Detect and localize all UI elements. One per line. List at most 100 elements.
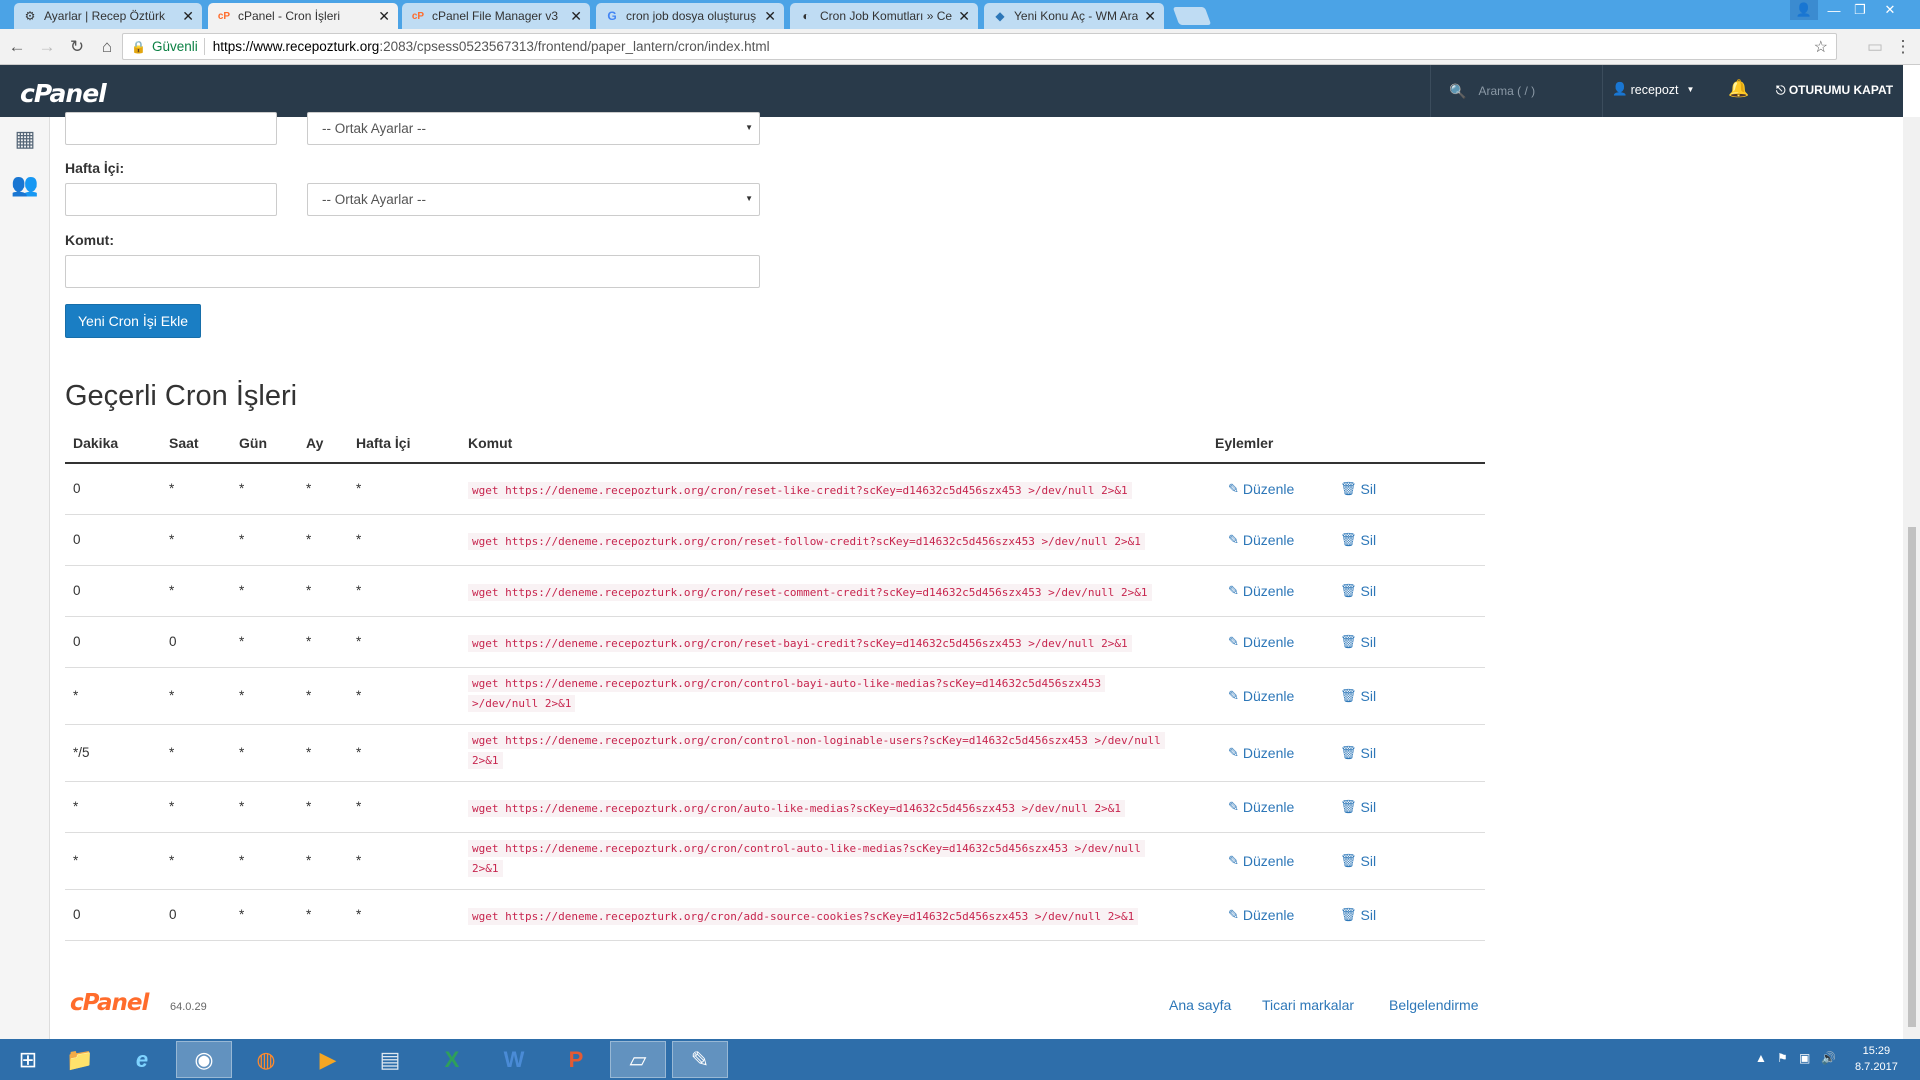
delete-button[interactable]: 🗑 Sil xyxy=(1340,688,1376,704)
search-input[interactable]: 🔍 Arama ( / ) xyxy=(1430,65,1603,117)
edit-button[interactable]: ✎ Düzenle xyxy=(1228,907,1294,923)
edit-button[interactable]: ✎ Düzenle xyxy=(1228,688,1294,704)
browser-tab[interactable]: G cron job dosya oluşturuş ✕ xyxy=(596,3,784,29)
command-input[interactable] xyxy=(65,255,760,288)
day-input[interactable] xyxy=(65,112,277,145)
delete-button[interactable]: 🗑 Sil xyxy=(1340,583,1376,599)
column-header[interactable]: Saat xyxy=(169,435,199,451)
delete-button[interactable]: 🗑 Sil xyxy=(1340,634,1376,650)
column-header[interactable]: Hafta İçi xyxy=(356,435,410,451)
left-rail: ▦ 👥 xyxy=(0,117,50,1039)
tray-expand-icon[interactable]: ▲ xyxy=(1755,1051,1767,1065)
browser-tab[interactable]: ◆ Yeni Konu Aç - WM Arac ✕ xyxy=(984,3,1164,29)
grid-icon[interactable]: ▦ xyxy=(10,125,40,153)
minimize-icon[interactable]: — xyxy=(1820,0,1848,20)
bookmark-star-icon[interactable]: ☆ xyxy=(1814,37,1828,57)
delete-label: Sil xyxy=(1360,907,1377,923)
notepad-icon[interactable]: ▱ xyxy=(610,1041,666,1078)
pencil-icon: ✎ xyxy=(1228,583,1239,598)
edit-button[interactable]: ✎ Düzenle xyxy=(1228,583,1294,599)
delete-button[interactable]: 🗑 Sil xyxy=(1340,745,1376,761)
internet-explorer-icon[interactable]: e xyxy=(114,1041,170,1078)
volume-icon[interactable]: 🔊 xyxy=(1821,1051,1836,1065)
user-menu[interactable]: 👤 recepozt ▼ xyxy=(1612,82,1694,97)
column-header[interactable]: Gün xyxy=(239,435,267,451)
edit-button[interactable]: ✎ Düzenle xyxy=(1228,481,1294,497)
window-close-icon[interactable]: ✕ xyxy=(1876,0,1904,20)
trash-icon: 🗑 xyxy=(1340,799,1357,814)
url-input[interactable]: 🔒 Güvenli https://www.recepozturk.org:20… xyxy=(122,33,1837,60)
edit-button[interactable]: ✎ Düzenle xyxy=(1228,745,1294,761)
flag-icon[interactable]: ⚑ xyxy=(1777,1051,1788,1065)
windows-start-icon[interactable]: ⊞ xyxy=(0,1041,56,1078)
column-header[interactable]: Komut xyxy=(468,435,512,451)
scrollbar[interactable] xyxy=(1903,117,1920,1039)
logout-button[interactable]: ⎋ OTURUMU KAPAT xyxy=(1776,83,1893,98)
home-link[interactable]: Ana sayfa xyxy=(1169,997,1231,1013)
forward-icon[interactable]: → xyxy=(34,34,60,60)
close-icon[interactable]: ✕ xyxy=(958,8,970,25)
excel-icon[interactable]: X xyxy=(424,1041,480,1078)
chrome-icon[interactable]: ◉ xyxy=(176,1041,232,1078)
cell-minute: */5 xyxy=(73,745,90,760)
cpanel-logo[interactable]: cPanel xyxy=(20,79,107,108)
users-icon[interactable]: 👥 xyxy=(10,171,40,199)
edit-button[interactable]: ✎ Düzenle xyxy=(1228,799,1294,815)
word-icon[interactable]: W xyxy=(486,1041,542,1078)
pencil-icon: ✎ xyxy=(1228,745,1239,760)
menu-icon[interactable]: ⋮ xyxy=(1890,34,1916,60)
trash-icon: 🗑 xyxy=(1340,634,1357,649)
documentation-link[interactable]: Belgelendirme xyxy=(1389,997,1479,1013)
firefox-icon[interactable]: ◍ xyxy=(238,1041,294,1078)
delete-button[interactable]: 🗑 Sil xyxy=(1340,532,1376,548)
column-header[interactable]: Ay xyxy=(306,435,323,451)
cell-minute: 0 xyxy=(73,634,81,649)
delete-button[interactable]: 🗑 Sil xyxy=(1340,853,1376,869)
url-text: https://www.recepozturk.org:2083/cpsess0… xyxy=(205,39,770,54)
edit-button[interactable]: ✎ Düzenle xyxy=(1228,853,1294,869)
clock[interactable]: 15:29 8.7.2017 xyxy=(1855,1043,1898,1075)
edit-button[interactable]: ✎ Düzenle xyxy=(1228,634,1294,650)
edit-button[interactable]: ✎ Düzenle xyxy=(1228,532,1294,548)
common-settings-select[interactable]: -- Ortak Ayarlar -- ▼ xyxy=(307,112,760,145)
caret-down-icon: ▼ xyxy=(745,194,753,203)
close-icon[interactable]: ✕ xyxy=(182,8,194,25)
powerpoint-icon[interactable]: P xyxy=(548,1041,604,1078)
profile-icon[interactable]: 👤 xyxy=(1790,0,1818,20)
column-header[interactable]: Dakika xyxy=(73,435,118,451)
delete-button[interactable]: 🗑 Sil xyxy=(1340,481,1376,497)
close-icon[interactable]: ✕ xyxy=(764,8,776,25)
close-icon[interactable]: ✕ xyxy=(570,8,582,25)
file-explorer-icon[interactable]: 📁 xyxy=(52,1041,108,1078)
pencil-icon: ✎ xyxy=(1228,688,1239,703)
media-player-icon[interactable]: ▶ xyxy=(300,1041,356,1078)
search-icon: 🔍 xyxy=(1449,82,1467,99)
browser-tab-active[interactable]: cP cPanel - Cron İşleri ✕ xyxy=(208,3,398,29)
scrollbar-thumb[interactable] xyxy=(1908,527,1916,1027)
restore-icon[interactable]: ❐ xyxy=(1846,0,1874,20)
browser-tab[interactable]: cP cPanel File Manager v3 ✕ xyxy=(402,3,590,29)
bell-icon[interactable]: 🔔 xyxy=(1728,79,1749,99)
back-icon[interactable]: ← xyxy=(4,34,30,60)
reload-icon[interactable]: ↻ xyxy=(64,34,90,60)
trademarks-link[interactable]: Ticari markalar xyxy=(1262,997,1354,1013)
browser-tab[interactable]: ◐ Cron Job Komutları » Ce ✕ xyxy=(790,3,978,29)
network-icon[interactable]: ▣ xyxy=(1799,1051,1810,1065)
paint-icon[interactable]: ✎ xyxy=(672,1041,728,1078)
calculator-icon[interactable]: ▤ xyxy=(362,1041,418,1078)
browser-tab[interactable]: ⚙ Ayarlar | Recep Öztürk ✕ xyxy=(14,3,202,29)
close-icon[interactable]: ✕ xyxy=(1144,8,1156,25)
weekday-select[interactable]: -- Ortak Ayarlar -- ▼ xyxy=(307,183,760,216)
caret-down-icon: ▼ xyxy=(745,123,753,132)
secure-indicator[interactable]: 🔒 Güvenli xyxy=(123,38,205,55)
close-icon[interactable]: ✕ xyxy=(378,8,390,25)
delete-button[interactable]: 🗑 Sil xyxy=(1340,907,1376,923)
pencil-icon: ✎ xyxy=(1228,532,1239,547)
extension-icon[interactable]: ▭ xyxy=(1862,34,1888,60)
home-icon[interactable]: ⌂ xyxy=(94,34,120,60)
delete-button[interactable]: 🗑 Sil xyxy=(1340,799,1376,815)
weekday-input[interactable] xyxy=(65,183,277,216)
add-cron-job-button[interactable]: Yeni Cron İşi Ekle xyxy=(65,304,201,338)
new-tab-button[interactable] xyxy=(1172,7,1212,25)
cell-hour: * xyxy=(169,688,175,703)
